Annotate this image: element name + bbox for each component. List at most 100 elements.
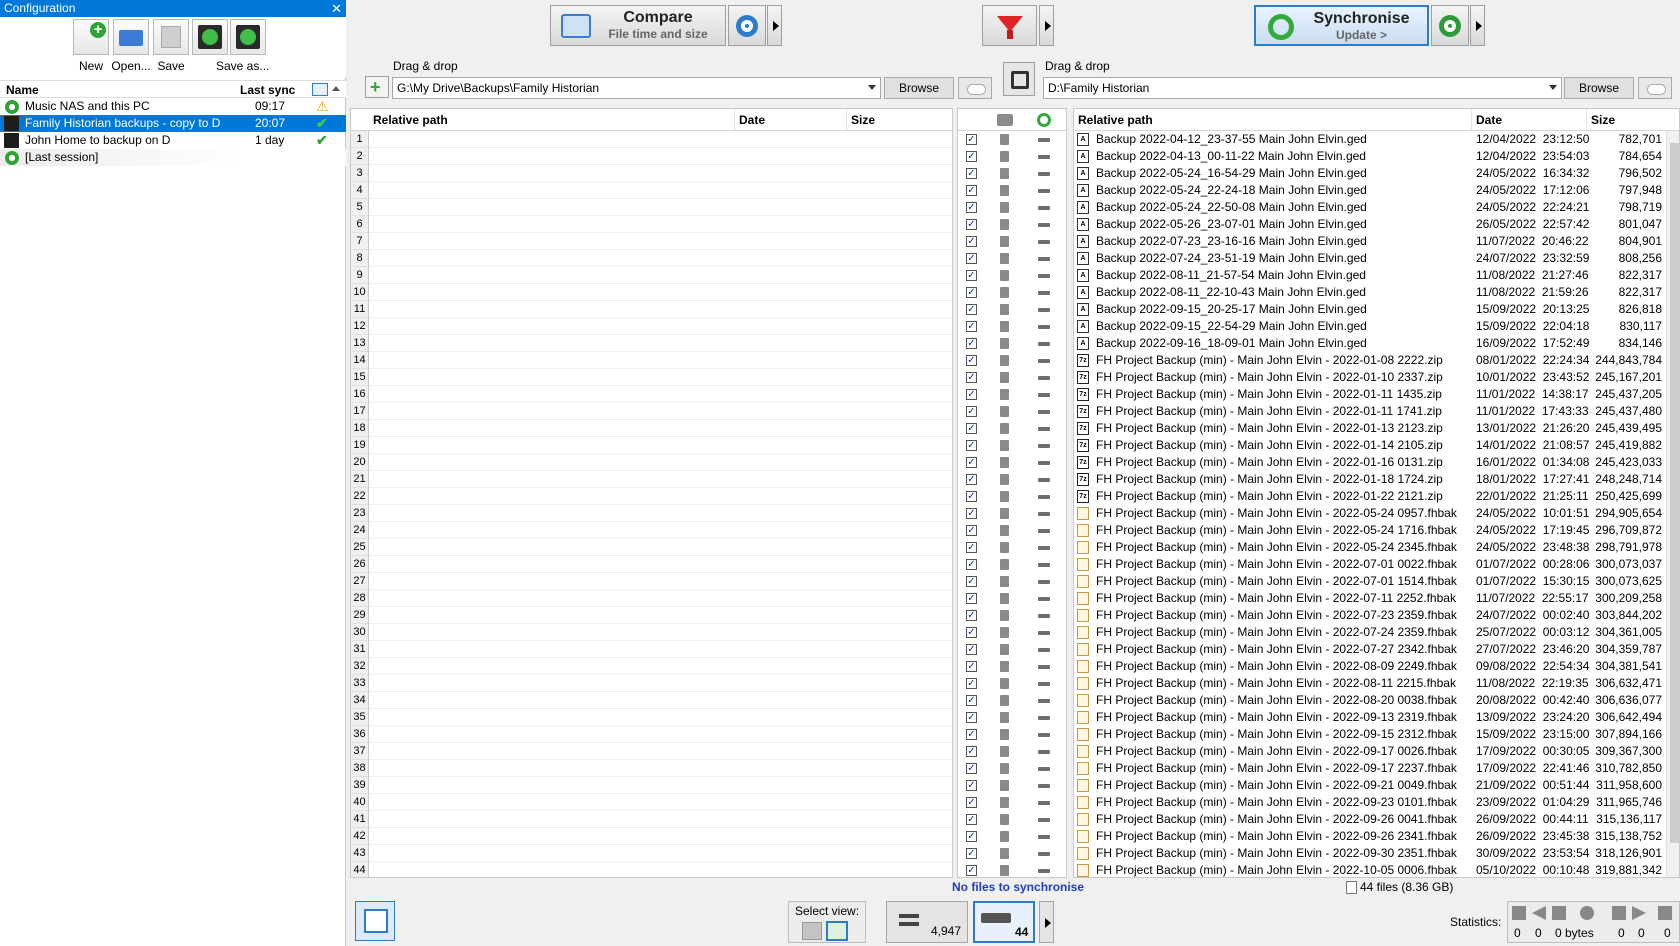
table-row[interactable]: 18 <box>351 420 952 437</box>
include-checkbox[interactable]: ✓ <box>966 304 977 315</box>
view-filter-menu-button[interactable] <box>1039 901 1054 943</box>
no-action-icon[interactable] <box>1038 563 1050 567</box>
include-checkbox[interactable]: ✓ <box>966 695 977 706</box>
table-row[interactable]: 25 <box>351 539 952 556</box>
include-checkbox[interactable]: ✓ <box>966 542 977 553</box>
table-row[interactable]: 35 <box>351 709 952 726</box>
show-equal-files-button[interactable]: 4,947 <box>886 901 968 943</box>
action-row[interactable]: ✓ <box>958 301 1066 318</box>
no-action-icon[interactable] <box>1038 274 1050 278</box>
action-row[interactable]: ✓ <box>958 828 1066 845</box>
action-row[interactable]: ✓ <box>958 624 1066 641</box>
action-row[interactable]: ✓ <box>958 522 1066 539</box>
right-file-grid[interactable]: Relative path Date Size A Backup 2022-04-… <box>1073 108 1680 878</box>
table-row[interactable]: A Backup 2022-05-24_16-54-29 Main John El… <box>1074 165 1666 182</box>
include-checkbox[interactable]: ✓ <box>966 474 977 485</box>
table-row[interactable]: 19 <box>351 437 952 454</box>
table-row[interactable]: 7z FH Project Backup (min) - Main John El… <box>1074 420 1666 437</box>
synchronise-settings-button[interactable] <box>1431 5 1469 46</box>
no-action-icon[interactable] <box>1038 393 1050 397</box>
action-row[interactable]: ✓ <box>958 675 1066 692</box>
show-right-only-files-button[interactable]: 44 <box>973 901 1035 943</box>
table-row[interactable]: 7z FH Project Backup (min) - Main John El… <box>1074 352 1666 369</box>
include-checkbox[interactable]: ✓ <box>966 593 977 604</box>
action-row[interactable]: ✓ <box>958 539 1066 556</box>
table-row[interactable]: 11 <box>351 301 952 318</box>
swap-sides-button[interactable] <box>1003 62 1035 96</box>
include-checkbox[interactable]: ✓ <box>966 525 977 536</box>
table-row[interactable]: FH Project Backup (min) - Main John Elvi… <box>1074 624 1666 641</box>
table-row[interactable]: 27 <box>351 573 952 590</box>
no-action-icon[interactable] <box>1038 801 1050 805</box>
action-row[interactable]: ✓ <box>958 726 1066 743</box>
table-row[interactable]: 1 <box>351 131 952 148</box>
table-row[interactable]: 38 <box>351 760 952 777</box>
include-checkbox[interactable]: ✓ <box>966 151 977 162</box>
include-checkbox[interactable]: ✓ <box>966 134 977 145</box>
include-checkbox[interactable]: ✓ <box>966 729 977 740</box>
action-row[interactable]: ✓ <box>958 199 1066 216</box>
include-checkbox[interactable]: ✓ <box>966 338 977 349</box>
include-checkbox[interactable]: ✓ <box>966 763 977 774</box>
action-row[interactable]: ✓ <box>958 556 1066 573</box>
sync-view-icon[interactable] <box>826 921 848 941</box>
include-checkbox[interactable]: ✓ <box>966 219 977 230</box>
right-cloud-button[interactable] <box>1638 77 1672 99</box>
left-cloud-button[interactable] <box>958 77 992 99</box>
table-row[interactable]: FH Project Backup (min) - Main John Elvi… <box>1074 590 1666 607</box>
action-row[interactable]: ✓ <box>958 216 1066 233</box>
no-action-icon[interactable] <box>1038 818 1050 822</box>
action-row[interactable]: ✓ <box>958 233 1066 250</box>
include-checkbox[interactable]: ✓ <box>966 508 977 519</box>
table-row[interactable]: A Backup 2022-04-13_00-11-22 Main John El… <box>1074 148 1666 165</box>
table-row[interactable]: 42 <box>351 828 952 845</box>
action-row[interactable]: ✓ <box>958 862 1066 877</box>
action-row[interactable]: ✓ <box>958 335 1066 352</box>
table-row[interactable]: 33 <box>351 675 952 692</box>
include-checkbox[interactable]: ✓ <box>966 321 977 332</box>
include-checkbox[interactable]: ✓ <box>966 576 977 587</box>
no-action-icon[interactable] <box>1038 733 1050 737</box>
no-action-icon[interactable] <box>1038 614 1050 618</box>
table-row[interactable]: 5 <box>351 199 952 216</box>
no-action-icon[interactable] <box>1038 325 1050 329</box>
table-row[interactable]: 6 <box>351 216 952 233</box>
table-row[interactable]: A Backup 2022-07-23_23-16-16 Main John El… <box>1074 233 1666 250</box>
action-row[interactable]: ✓ <box>958 692 1066 709</box>
include-checkbox[interactable]: ✓ <box>966 491 977 502</box>
table-row[interactable]: 36 <box>351 726 952 743</box>
table-row[interactable]: 40 <box>351 794 952 811</box>
table-row[interactable]: 7z FH Project Backup (min) - Main John El… <box>1074 437 1666 454</box>
include-checkbox[interactable]: ✓ <box>966 185 977 196</box>
table-row[interactable]: FH Project Backup (min) - Main John Elvi… <box>1074 641 1666 658</box>
action-row[interactable]: ✓ <box>958 165 1066 182</box>
column-header-last-sync[interactable]: Last sync <box>240 83 295 97</box>
include-checkbox[interactable]: ✓ <box>966 678 977 689</box>
action-row[interactable]: ✓ <box>958 454 1066 471</box>
toggle-config-panel-button[interactable] <box>355 901 395 941</box>
no-action-icon[interactable] <box>1038 376 1050 380</box>
no-action-icon[interactable] <box>1038 699 1050 703</box>
table-row[interactable]: A Backup 2022-09-15_22-54-29 Main John El… <box>1074 318 1666 335</box>
add-folder-pair-button[interactable]: + <box>365 76 389 98</box>
no-action-icon[interactable] <box>1038 461 1050 465</box>
table-row[interactable]: 31 <box>351 641 952 658</box>
no-action-icon[interactable] <box>1038 444 1050 448</box>
config-item-last-session[interactable]: [Last session] <box>0 149 346 166</box>
include-checkbox[interactable]: ✓ <box>966 355 977 366</box>
no-action-icon[interactable] <box>1038 869 1050 873</box>
action-row[interactable]: ✓ <box>958 760 1066 777</box>
column-header-size[interactable]: Size <box>847 109 952 131</box>
include-checkbox[interactable]: ✓ <box>966 661 977 672</box>
table-row[interactable]: 7z FH Project Backup (min) - Main John El… <box>1074 369 1666 386</box>
include-checkbox[interactable]: ✓ <box>966 712 977 723</box>
chevron-down-icon[interactable] <box>1549 85 1557 90</box>
compare-view-icon[interactable] <box>802 922 822 940</box>
include-checkbox[interactable]: ✓ <box>966 423 977 434</box>
table-row[interactable]: FH Project Backup (min) - Main John Elvi… <box>1074 539 1666 556</box>
no-action-icon[interactable] <box>1038 784 1050 788</box>
action-row[interactable]: ✓ <box>958 505 1066 522</box>
compare-settings-button[interactable] <box>728 5 766 46</box>
include-checkbox[interactable]: ✓ <box>966 831 977 842</box>
table-row[interactable]: 10 <box>351 284 952 301</box>
